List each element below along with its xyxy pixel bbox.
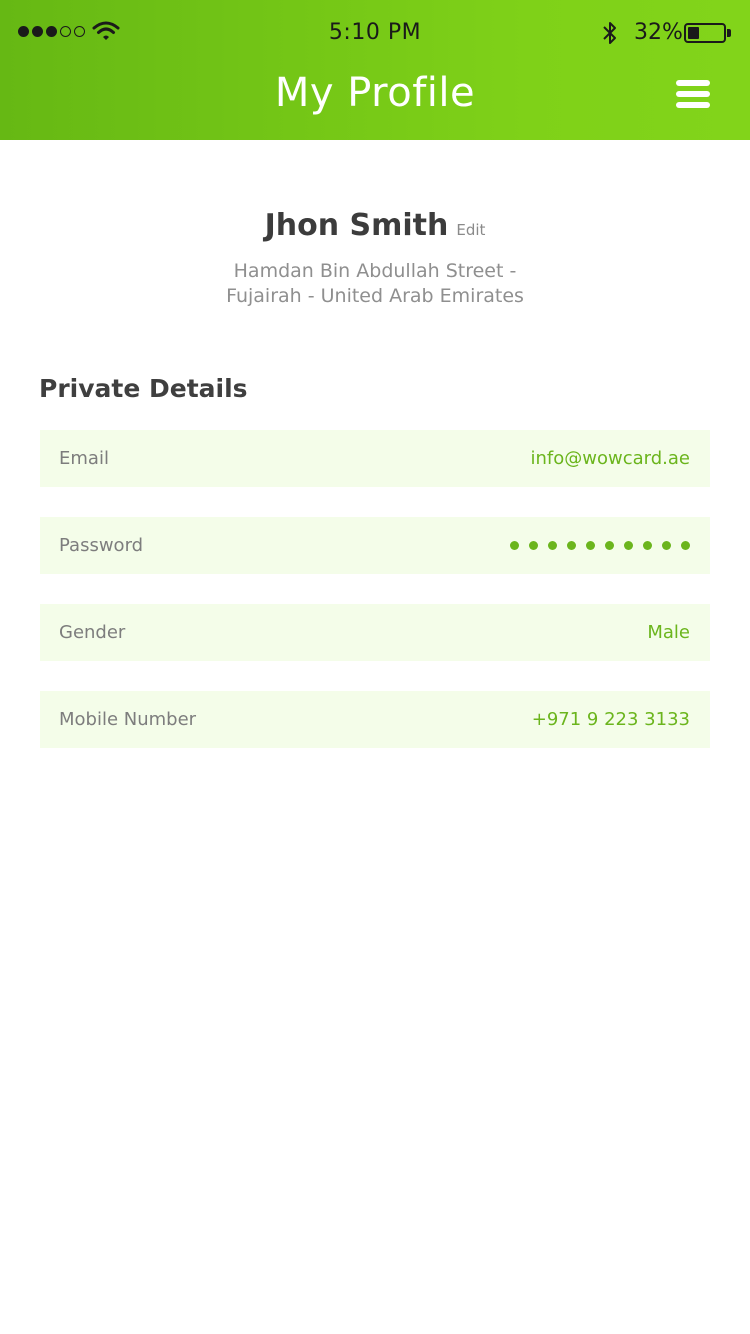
email-row[interactable]: Email info@wowcard.ae bbox=[40, 430, 710, 487]
address-line-2: Fujairah - United Arab Emirates bbox=[226, 285, 524, 307]
edit-profile-link[interactable]: Edit bbox=[456, 221, 485, 239]
hamburger-menu-icon[interactable] bbox=[676, 80, 710, 108]
bluetooth-icon bbox=[603, 22, 616, 44]
password-mask-dot bbox=[681, 541, 690, 550]
profile-summary: Jhon Smith Edit Hamdan Bin Abdullah Stre… bbox=[0, 208, 750, 309]
password-mask-dot bbox=[605, 541, 614, 550]
gender-row[interactable]: Gender Male bbox=[40, 604, 710, 661]
private-details-heading: Private Details bbox=[39, 374, 248, 403]
password-mask-dot bbox=[529, 541, 538, 550]
app-header: 5:10 PM 32% My Profile bbox=[0, 0, 750, 140]
profile-name: Jhon Smith bbox=[264, 208, 449, 243]
mobile-number-label: Mobile Number bbox=[59, 709, 197, 730]
page-title: My Profile bbox=[274, 70, 476, 116]
password-mask-dot bbox=[586, 541, 595, 550]
password-mask-dot bbox=[567, 541, 576, 550]
password-label: Password bbox=[59, 535, 144, 556]
mobile-number-value: +971 9 223 3133 bbox=[531, 709, 690, 730]
password-row[interactable]: Password bbox=[40, 517, 710, 574]
profile-address: Hamdan Bin Abdullah Street - Fujairah - … bbox=[0, 259, 750, 309]
name-row: Jhon Smith Edit bbox=[0, 208, 750, 243]
password-mask-dot bbox=[548, 541, 557, 550]
email-label: Email bbox=[59, 448, 109, 469]
battery-tip bbox=[727, 29, 731, 37]
password-mask-dot bbox=[510, 541, 519, 550]
password-mask-dot bbox=[662, 541, 671, 550]
battery-percent: 32% bbox=[634, 20, 683, 45]
password-mask bbox=[510, 541, 690, 550]
password-mask-dot bbox=[643, 541, 652, 550]
password-mask-dot bbox=[624, 541, 633, 550]
address-line-1: Hamdan Bin Abdullah Street - bbox=[233, 260, 517, 282]
gender-label: Gender bbox=[59, 622, 126, 643]
mobile-number-row[interactable]: Mobile Number +971 9 223 3133 bbox=[40, 691, 710, 748]
battery-icon bbox=[684, 23, 726, 43]
email-value: info@wowcard.ae bbox=[530, 448, 690, 469]
gender-value: Male bbox=[647, 622, 690, 643]
status-bar: 5:10 PM 32% bbox=[0, 0, 750, 64]
